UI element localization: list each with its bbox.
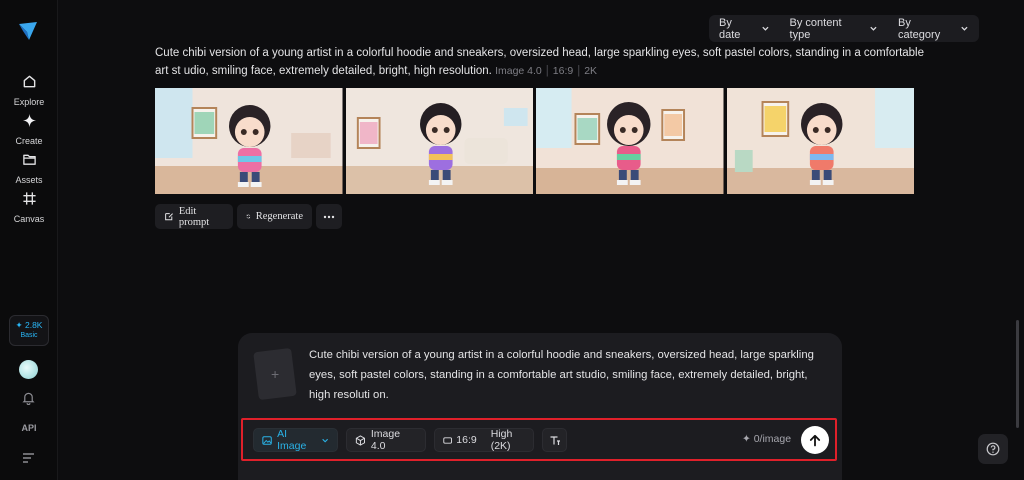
generated-image[interactable] bbox=[345, 88, 533, 194]
cost-label: 0/image bbox=[753, 433, 792, 445]
regenerate-label: Regenerate bbox=[255, 211, 303, 222]
sidebar-item-label: Create bbox=[15, 136, 43, 146]
menu-icon[interactable] bbox=[22, 452, 35, 464]
help-icon bbox=[986, 442, 1000, 456]
send-button[interactable] bbox=[801, 426, 829, 454]
generated-image[interactable] bbox=[155, 88, 343, 194]
chibi-artist-image bbox=[726, 88, 914, 194]
filter-label: By date bbox=[719, 16, 741, 41]
sparkle-icon bbox=[22, 113, 36, 128]
edit-icon bbox=[165, 213, 173, 221]
chibi-artist-image bbox=[345, 88, 533, 194]
generation-prompt: Cute chibi version of a young artist in … bbox=[155, 47, 925, 77]
app-logo[interactable] bbox=[17, 20, 39, 42]
text-style-button[interactable] bbox=[542, 428, 567, 452]
chevron-down-icon bbox=[321, 438, 328, 443]
generated-image[interactable] bbox=[536, 88, 724, 194]
model-tag: Image 4.0 bbox=[495, 65, 542, 77]
sidebar: Explore Create Assets Canvas ✦ 2.8K Basi… bbox=[0, 0, 58, 480]
more-options-button[interactable] bbox=[316, 204, 342, 229]
plan-label: Basic bbox=[20, 332, 38, 339]
generation-actions: Edit prompt Regenerate bbox=[155, 204, 342, 229]
sidebar-item-canvas[interactable]: Canvas bbox=[0, 191, 58, 227]
arrow-up-icon bbox=[809, 434, 821, 446]
mode-label: AI Image bbox=[277, 428, 307, 452]
filter-bar: By date By content type By category bbox=[709, 15, 979, 42]
home-icon bbox=[23, 75, 35, 88]
chibi-artist-image bbox=[155, 88, 343, 194]
regenerate-button[interactable]: Regenerate bbox=[237, 204, 312, 229]
ratio-tag: 16:9 bbox=[552, 65, 574, 77]
credits-badge[interactable]: ✦ 2.8K Basic bbox=[9, 315, 49, 346]
filter-by-date[interactable]: By date bbox=[709, 15, 780, 42]
filter-by-content-type[interactable]: By content type bbox=[780, 15, 888, 42]
folder-icon bbox=[22, 154, 36, 165]
sidebar-item-assets[interactable]: Assets bbox=[0, 152, 58, 188]
chevron-down-icon bbox=[961, 26, 968, 31]
sidebar-item-label: Assets bbox=[15, 175, 43, 185]
avatar[interactable] bbox=[19, 360, 38, 379]
model-selector[interactable]: Image 4.0 bbox=[346, 428, 426, 452]
refresh-icon bbox=[246, 214, 251, 219]
canvas-icon bbox=[22, 192, 36, 205]
sidebar-item-explore[interactable]: Explore bbox=[0, 74, 58, 110]
ratio-label: 16:9 bbox=[456, 434, 477, 446]
scrollbar[interactable] bbox=[1016, 320, 1019, 428]
resolution-tag: 2K bbox=[584, 65, 598, 77]
sidebar-item-label: Canvas bbox=[13, 214, 45, 224]
sidebar-item-label: Explore bbox=[13, 97, 45, 107]
model-label: Image 4.0 bbox=[370, 428, 401, 452]
composer-toolbar: AI Image Image 4.0 16:9 High (2K) ✦ 0/im… bbox=[241, 418, 837, 461]
image-icon bbox=[262, 435, 272, 445]
api-link[interactable]: API bbox=[0, 423, 58, 433]
mode-selector[interactable]: AI Image bbox=[253, 428, 338, 452]
plus-icon: + bbox=[270, 366, 280, 382]
chevron-down-icon bbox=[762, 26, 769, 31]
ratio-quality-selector[interactable]: 16:9 High (2K) bbox=[434, 428, 534, 452]
quality-label: High (2K) bbox=[490, 428, 513, 452]
chibi-artist-image bbox=[536, 88, 724, 194]
text-icon bbox=[550, 435, 560, 445]
sidebar-item-create[interactable]: Create bbox=[0, 113, 58, 149]
chevron-down-icon bbox=[870, 26, 877, 31]
aspect-ratio-icon bbox=[443, 436, 452, 444]
credits-count: 2.8K bbox=[24, 320, 43, 330]
edit-prompt-label: Edit prompt bbox=[178, 205, 210, 228]
upload-reference-button[interactable]: + bbox=[253, 347, 297, 401]
edit-prompt-button[interactable]: Edit prompt bbox=[155, 204, 233, 229]
prompt-input[interactable]: Cute chibi version of a young artist in … bbox=[309, 345, 829, 405]
cube-icon bbox=[355, 434, 365, 446]
more-icon bbox=[323, 215, 335, 218]
generated-image[interactable] bbox=[726, 88, 914, 194]
image-gallery bbox=[155, 88, 914, 194]
bell-icon[interactable] bbox=[22, 391, 35, 405]
help-button[interactable] bbox=[978, 434, 1008, 464]
filter-label: By content type bbox=[789, 16, 842, 41]
filter-label: By category bbox=[898, 16, 941, 41]
filter-by-category[interactable]: By category bbox=[888, 15, 979, 42]
cost-indicator: ✦ 0/image bbox=[742, 433, 792, 445]
